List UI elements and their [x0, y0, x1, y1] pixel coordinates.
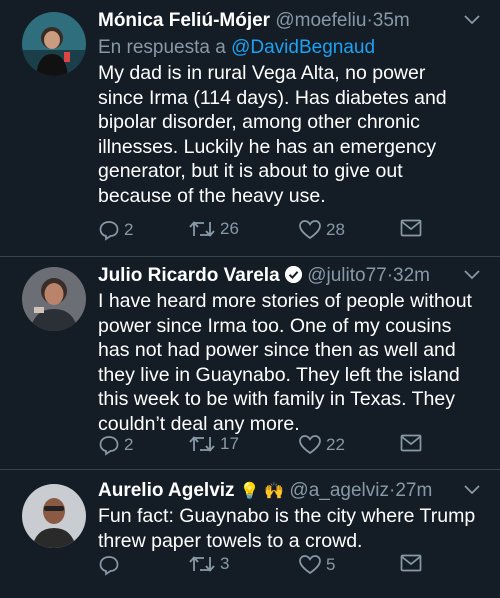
- like-count: 22: [326, 434, 345, 454]
- reply-icon: [98, 434, 120, 456]
- reply-button[interactable]: 2: [98, 434, 133, 456]
- tweet-text-line: they live in Guaynabo. They left the isl…: [98, 363, 460, 386]
- tweet-text-line: because of the heavy use.: [98, 184, 326, 207]
- direct-message-button[interactable]: [400, 554, 422, 572]
- tweet[interactable]: Julio Ricardo Varela @julito77·32m I hav…: [0, 257, 500, 470]
- tweet-text: My dad is in rural Vega Alta, no power s…: [98, 61, 482, 209]
- retweet-icon: [188, 219, 216, 239]
- timestamp[interactable]: 27m: [395, 480, 432, 501]
- tweet-header: Mónica Feliú-Mójer @moefeliu·35m: [98, 10, 480, 32]
- verified-icon: [284, 266, 302, 283]
- reply-icon: [98, 554, 120, 576]
- tweet-text: I have heard more stories of people with…: [98, 289, 482, 437]
- like-button[interactable]: 22: [298, 434, 345, 455]
- tweet-text-line: bipolar disorder, among other chronic: [98, 111, 420, 134]
- reply-button[interactable]: [98, 554, 124, 576]
- direct-message-button[interactable]: [400, 219, 422, 237]
- display-name[interactable]: Mónica Feliú-Mójer: [98, 10, 270, 31]
- display-name[interactable]: Julio Ricardo Varela: [98, 265, 280, 286]
- reply-icon: [98, 219, 120, 241]
- tweet-actions: 2 26 28: [98, 219, 500, 243]
- user-handle[interactable]: @moefeliu: [275, 10, 366, 31]
- dm-icon: [400, 219, 422, 237]
- tweet-actions: 3 5: [98, 554, 500, 578]
- retweet-count: 17: [220, 434, 239, 453]
- avatar[interactable]: [22, 484, 86, 548]
- user-handle[interactable]: @a_agelviz: [289, 480, 389, 501]
- dm-icon: [400, 434, 422, 452]
- like-button[interactable]: 5: [298, 554, 335, 575]
- tweet-text-line: couldn’t deal any more.: [98, 412, 300, 435]
- tweet-text-line: has not had power since then as well and: [98, 339, 456, 362]
- retweet-count: 26: [220, 219, 239, 238]
- tweet-text-line: Fun fact: Guaynabo is the city where Tru…: [98, 505, 476, 527]
- tweet[interactable]: Mónica Feliú-Mójer @moefeliu·35m En resp…: [0, 0, 500, 257]
- avatar[interactable]: [22, 267, 86, 331]
- tweet-text-line: threw paper towels to a crowd.: [98, 529, 363, 552]
- like-icon: [298, 219, 322, 240]
- tweet[interactable]: Aurelio Agelviz 💡 🙌 @a_agelviz·27m Fun f…: [0, 470, 500, 598]
- tweet-text-line: I have heard more stories of people with…: [98, 290, 472, 312]
- chevron-down-icon[interactable]: [464, 267, 480, 283]
- reply-button[interactable]: 2: [98, 219, 133, 241]
- direct-message-button[interactable]: [400, 434, 422, 452]
- like-count: 28: [326, 219, 345, 239]
- tweet-text: Fun fact: Guaynabo is the city where Tru…: [98, 504, 482, 553]
- reply-count: 2: [124, 435, 134, 454]
- tweet-actions: 2 17 22: [98, 434, 500, 458]
- like-icon: [298, 434, 322, 455]
- retweet-icon: [188, 554, 216, 574]
- timestamp[interactable]: 32m: [393, 265, 430, 286]
- tweet-text-line: this week to be with family in Texas. Th…: [98, 388, 455, 411]
- like-count: 5: [326, 554, 336, 574]
- tweet-text-line: illnesses. Luckily he has an emergency: [98, 135, 437, 158]
- retweet-icon: [188, 434, 216, 454]
- user-handle[interactable]: @julito77: [307, 265, 387, 286]
- retweet-button[interactable]: 17: [188, 434, 239, 454]
- reply-count: 2: [124, 220, 134, 239]
- reply-context: En respuesta a @DavidBegnaud: [98, 37, 375, 59]
- display-name[interactable]: Aurelio Agelviz: [98, 480, 235, 501]
- retweet-button[interactable]: 26: [188, 219, 239, 239]
- tweet-text-line: power since Irma too. One of my cousins: [98, 314, 452, 337]
- tweet-text-line: My dad is in rural Vega Alta, no power: [98, 62, 426, 84]
- retweet-button[interactable]: 3: [188, 554, 229, 574]
- chevron-down-icon[interactable]: [464, 482, 480, 498]
- like-icon: [298, 554, 322, 575]
- tweet-header: Aurelio Agelviz 💡 🙌 @a_agelviz·27m: [98, 480, 480, 502]
- tweet-header: Julio Ricardo Varela @julito77·32m: [98, 265, 480, 287]
- reply-prefix: En respuesta a: [98, 37, 226, 58]
- reply-to-link[interactable]: @DavidBegnaud: [231, 37, 375, 58]
- timestamp[interactable]: 35m: [373, 10, 410, 31]
- tweet-text-line: generator, but it is about to give out: [98, 160, 403, 183]
- dm-icon: [400, 554, 422, 572]
- avatar[interactable]: [22, 12, 86, 76]
- like-button[interactable]: 28: [298, 219, 345, 240]
- chevron-down-icon[interactable]: [464, 12, 480, 28]
- retweet-count: 3: [220, 554, 230, 573]
- tweet-text-line: since Irma (114 days). Has diabetes and: [98, 86, 447, 109]
- name-emoji: 💡 🙌: [239, 483, 285, 500]
